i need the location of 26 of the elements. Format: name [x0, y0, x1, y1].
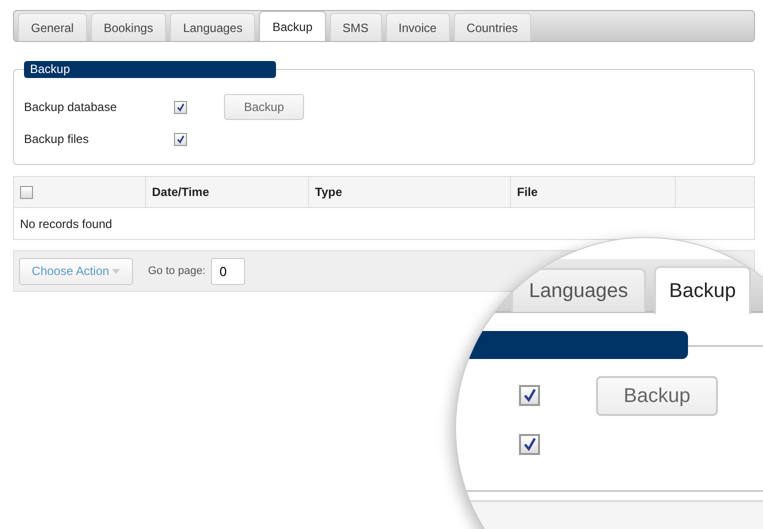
checkbox[interactable] — [174, 100, 187, 114]
tab[interactable]: Bookings — [90, 13, 166, 41]
tab[interactable]: SMS — [330, 13, 382, 41]
column-header[interactable]: File — [517, 185, 538, 199]
tab[interactable]: General — [18, 13, 87, 41]
checkbox[interactable] — [519, 434, 540, 455]
tab[interactable]: Invoice — [386, 13, 450, 41]
select-all-checkbox[interactable] — [20, 186, 33, 198]
backup-button[interactable]: Backup — [224, 94, 304, 120]
tab[interactable]: Languages — [170, 13, 256, 41]
tab[interactable]: Languages — [511, 268, 646, 312]
empty-message: No records found — [20, 216, 112, 230]
option-label: Backup database — [24, 100, 118, 114]
column-header[interactable]: Date/Time — [152, 185, 210, 199]
go-to-page-label: Go to page: — [148, 265, 206, 277]
column-header[interactable]: Type — [315, 185, 342, 199]
tab[interactable]: Backup — [259, 11, 326, 41]
checkbox[interactable] — [174, 132, 187, 146]
tab[interactable]: Backup — [654, 266, 751, 314]
caret-icon — [112, 268, 120, 274]
checkbox[interactable] — [519, 385, 540, 406]
page-input[interactable]: 0 — [210, 258, 244, 284]
panel-legend: Backup — [24, 61, 276, 78]
backup-button[interactable]: Backup — [596, 376, 718, 416]
option-label: Backup files — [24, 132, 90, 146]
tab[interactable]: Countries — [454, 13, 531, 41]
